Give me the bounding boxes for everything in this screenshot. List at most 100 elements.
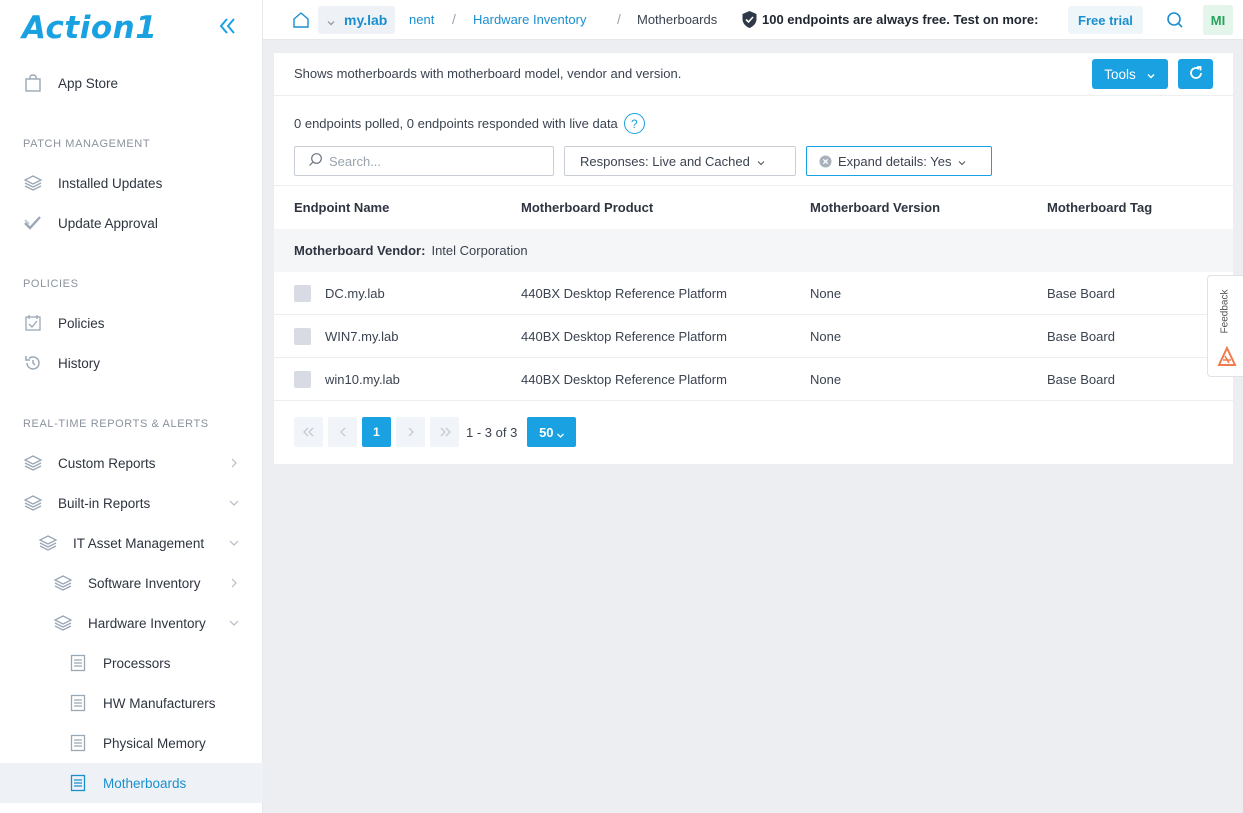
chevron-down-icon [957,156,967,166]
divider [274,95,1233,96]
sidebar-item-history[interactable]: History [0,343,263,383]
row-checkbox[interactable] [294,371,311,388]
layers-icon [53,573,73,593]
cell-motherboard-tag: Base Board [1047,286,1115,301]
history-icon [23,353,43,373]
tools-button[interactable]: Tools [1092,59,1168,89]
document-icon [68,733,88,753]
sidebar-item-hardware-inventory[interactable]: Hardware Inventory [0,603,263,643]
layers-icon [53,613,73,633]
search-icon[interactable] [1166,11,1184,29]
layers-icon [23,453,43,473]
sidebar-item-processors[interactable]: Processors [0,643,263,683]
sidebar-item-physical-memory[interactable]: Physical Memory [0,723,263,763]
cell-motherboard-product: 440BX Desktop Reference Platform [521,372,727,387]
organization-name: my.lab [344,12,388,28]
cell-motherboard-version: None [810,286,842,301]
search-input[interactable] [329,153,529,169]
user-avatar[interactable]: MI [1203,5,1233,35]
double-check-icon [23,213,43,233]
cell-endpoint-name: DC.my.lab [325,286,385,301]
promo-text: 100 endpoints are always free. Test on m… [762,12,1039,27]
chevron-down-icon [1146,69,1156,79]
layers-icon [23,173,43,193]
feedback-tab[interactable]: Feedback [1207,275,1243,377]
breadcrumb-it-asset[interactable]: nent [409,12,434,27]
polling-status: 0 endpoints polled, 0 endpoints responde… [294,113,645,134]
column-header-motherboard-product[interactable]: Motherboard Product [521,200,653,215]
sidebar-item-hw-manufacturers[interactable]: HW Manufacturers [0,683,263,723]
cell-motherboard-product: 440BX Desktop Reference Platform [521,329,727,344]
cell-endpoint-name: win10.my.lab [325,372,400,387]
refresh-button[interactable] [1178,59,1213,89]
free-trial-button[interactable]: Free trial [1068,6,1143,34]
calendar-check-icon [23,313,43,333]
next-page-button[interactable] [396,417,425,447]
sidebar-item-app-store[interactable]: App Store [0,63,263,103]
sidebar-item-motherboards[interactable]: Motherboards [0,763,263,803]
chevron-down-icon [556,428,565,438]
last-page-button[interactable] [430,417,459,447]
column-header-motherboard-tag[interactable]: Motherboard Tag [1047,200,1152,215]
breadcrumb-hardware-inventory[interactable]: Hardware Inventory [473,12,586,27]
divider [274,185,1233,186]
sidebar-item-software-inventory[interactable]: Software Inventory [0,563,263,603]
chevron-down-icon [227,496,241,510]
sidebar-item-custom-reports[interactable]: Custom Reports [0,443,263,483]
feedback-label-wrap: Feedback [1210,286,1240,336]
responses-filter[interactable]: Responses: Live and Cached [564,146,796,176]
current-page-button[interactable]: 1 [362,417,391,447]
table-row[interactable]: win10.my.lab 440BX Desktop Reference Pla… [274,358,1233,401]
sidebar-item-label: IT Asset Management [73,535,205,551]
sidebar-item-label: Software Inventory [88,575,201,591]
page-size-select[interactable]: 50 [527,417,577,447]
report-panel: Shows motherboards with motherboard mode… [274,53,1233,464]
sidebar-item-update-approval[interactable]: Update Approval [0,203,263,243]
sidebar-item-built-in-reports[interactable]: Built-in Reports [0,483,263,523]
polling-status-text: 0 endpoints polled, 0 endpoints responde… [294,116,618,131]
collapse-sidebar-icon[interactable] [217,14,237,38]
cell-motherboard-tag: Base Board [1047,329,1115,344]
free-endpoints-promo: 100 endpoints are always free. Test on m… [741,10,1038,29]
section-real-time-reports: REAL-TIME REPORTS & ALERTS [23,418,209,430]
row-checkbox[interactable] [294,285,311,302]
shield-check-icon [741,10,758,29]
column-header-endpoint-name[interactable]: Endpoint Name [294,200,389,215]
breadcrumb-separator: / [452,11,456,27]
group-label: Motherboard Vendor: [294,243,426,258]
first-page-button[interactable] [294,417,323,447]
layers-icon [23,493,43,513]
cell-motherboard-product: 440BX Desktop Reference Platform [521,286,727,301]
chevron-right-icon [227,456,241,470]
sidebar-item-it-asset-management[interactable]: IT Asset Management [0,523,263,563]
previous-page-button[interactable] [328,417,357,447]
home-icon[interactable] [292,11,310,29]
pagination: 1 1 - 3 of 3 50 [294,417,577,447]
breadcrumb-current: Motherboards [637,12,718,27]
sidebar-item-label: Policies [58,315,105,331]
organization-selector[interactable]: my.lab [318,6,396,34]
search-field[interactable] [294,146,554,176]
action1-logo[interactable]: Action1 [22,10,157,46]
column-header-motherboard-version[interactable]: Motherboard Version [810,200,940,215]
help-icon[interactable]: ? [623,113,645,134]
table-row[interactable]: DC.my.lab 440BX Desktop Reference Platfo… [274,272,1233,315]
cell-motherboard-version: None [810,329,842,344]
group-value: Intel Corporation [431,243,528,258]
chevron-down-icon [756,156,766,166]
sidebar-item-label: Built-in Reports [58,495,151,511]
topbar: my.lab nent / Hardware Inventory / Mothe… [263,0,1243,40]
layers-icon [38,533,58,553]
chevron-down-icon [227,616,241,630]
sidebar-item-label: Processors [103,655,171,671]
row-checkbox[interactable] [294,328,311,345]
report-description: Shows motherboards with motherboard mode… [294,66,682,81]
expand-details-filter[interactable]: Expand details: Yes [806,146,992,176]
document-icon [68,653,88,673]
clear-icon[interactable] [819,155,832,168]
table-row[interactable]: WIN7.my.lab 440BX Desktop Reference Plat… [274,315,1233,358]
document-icon [68,773,88,793]
group-row-vendor: Motherboard Vendor: Intel Corporation [274,229,1233,272]
sidebar-item-policies[interactable]: Policies [0,303,263,343]
sidebar-item-installed-updates[interactable]: Installed Updates [0,163,263,203]
